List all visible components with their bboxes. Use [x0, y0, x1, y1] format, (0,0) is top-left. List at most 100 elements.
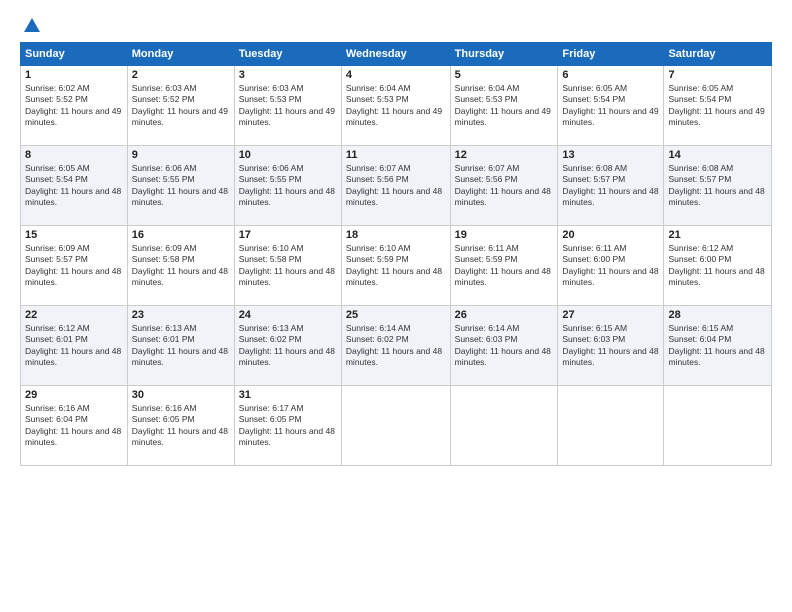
day-cell-29: 29Sunrise: 6:16 AMSunset: 6:04 PMDayligh… [21, 386, 128, 466]
day-info: Sunrise: 6:04 AMSunset: 5:53 PMDaylight:… [455, 83, 551, 127]
day-cell-8: 8 Sunrise: 6:05 AMSunset: 5:54 PMDaylight… [21, 146, 128, 226]
day-cell-10: 10 Sunrise: 6:06 AMSunset: 5:55 PMDayligh… [234, 146, 341, 226]
day-number: 4 [346, 69, 446, 81]
day-info: Sunrise: 6:16 AMSunset: 6:05 PMDaylight:… [132, 403, 228, 447]
day-cell-16: 16 Sunrise: 6:09 AMSunset: 5:58 PMDayligh… [127, 226, 234, 306]
day-number: 10 [239, 149, 337, 161]
day-cell-21: 21 Sunrise: 6:12 AMSunset: 6:00 PMDayligh… [664, 226, 772, 306]
day-cell-22: 22 Sunrise: 6:12 AMSunset: 6:01 PMDayligh… [21, 306, 128, 386]
day-info: Sunrise: 6:09 AMSunset: 5:57 PMDaylight:… [25, 243, 121, 287]
day-number: 27 [562, 309, 659, 321]
day-cell-17: 17 Sunrise: 6:10 AMSunset: 5:58 PMDayligh… [234, 226, 341, 306]
col-wednesday: Wednesday [341, 43, 450, 66]
empty-cell [664, 386, 772, 466]
day-cell-18: 18Sunrise: 6:10 AMSunset: 5:59 PMDayligh… [341, 226, 450, 306]
day-info: Sunrise: 6:15 AMSunset: 6:03 PMDaylight:… [562, 323, 658, 367]
day-number: 22 [25, 309, 123, 321]
day-info: Sunrise: 6:10 AMSunset: 5:58 PMDaylight:… [239, 243, 335, 287]
day-number: 23 [132, 309, 230, 321]
col-friday: Friday [558, 43, 664, 66]
day-info: Sunrise: 6:10 AMSunset: 5:59 PMDaylight:… [346, 243, 442, 287]
empty-cell [450, 386, 558, 466]
day-cell-25: 25 Sunrise: 6:14 AMSunset: 6:02 PMDayligh… [341, 306, 450, 386]
col-saturday: Saturday [664, 43, 772, 66]
col-monday: Monday [127, 43, 234, 66]
day-cell-24: 24Sunrise: 6:13 AMSunset: 6:02 PMDayligh… [234, 306, 341, 386]
calendar-header-row: Sunday Monday Tuesday Wednesday Thursday… [21, 43, 772, 66]
page: Sunday Monday Tuesday Wednesday Thursday… [0, 0, 792, 612]
day-info: Sunrise: 6:05 AMSunset: 5:54 PMDaylight:… [668, 83, 764, 127]
day-cell-31: 31 Sunrise: 6:17 AMSunset: 6:05 PMDayligh… [234, 386, 341, 466]
day-number: 14 [668, 149, 767, 161]
day-cell-27: 27 Sunrise: 6:15 AMSunset: 6:03 PMDayligh… [558, 306, 664, 386]
day-cell-19: 19 Sunrise: 6:11 AMSunset: 5:59 PMDayligh… [450, 226, 558, 306]
col-sunday: Sunday [21, 43, 128, 66]
day-number: 6 [562, 69, 659, 81]
day-cell-13: 13 Sunrise: 6:08 AMSunset: 5:57 PMDayligh… [558, 146, 664, 226]
day-number: 13 [562, 149, 659, 161]
day-number: 7 [668, 69, 767, 81]
logo-icon [22, 16, 42, 36]
day-cell-26: 26Sunrise: 6:14 AMSunset: 6:03 PMDayligh… [450, 306, 558, 386]
day-info: Sunrise: 6:13 AMSunset: 6:01 PMDaylight:… [132, 323, 228, 367]
day-info: Sunrise: 6:14 AMSunset: 6:02 PMDaylight:… [346, 323, 442, 367]
day-info: Sunrise: 6:03 AMSunset: 5:52 PMDaylight:… [132, 83, 228, 127]
header [20, 16, 772, 32]
day-info: Sunrise: 6:14 AMSunset: 6:03 PMDaylight:… [455, 323, 551, 367]
day-cell-28: 28 Sunrise: 6:15 AMSunset: 6:04 PMDayligh… [664, 306, 772, 386]
day-number: 8 [25, 149, 123, 161]
day-number: 19 [455, 229, 554, 241]
day-info: Sunrise: 6:13 AMSunset: 6:02 PMDaylight:… [239, 323, 335, 367]
day-cell-20: 20 Sunrise: 6:11 AMSunset: 6:00 PMDayligh… [558, 226, 664, 306]
day-cell-5: 5Sunrise: 6:04 AMSunset: 5:53 PMDaylight… [450, 66, 558, 146]
calendar-week-row-3: 15 Sunrise: 6:09 AMSunset: 5:57 PMDayligh… [21, 226, 772, 306]
day-info: Sunrise: 6:17 AMSunset: 6:05 PMDaylight:… [239, 403, 335, 447]
day-cell-14: 14 Sunrise: 6:08 AMSunset: 5:57 PMDayligh… [664, 146, 772, 226]
day-info: Sunrise: 6:07 AMSunset: 5:56 PMDaylight:… [346, 163, 442, 207]
day-cell-15: 15 Sunrise: 6:09 AMSunset: 5:57 PMDayligh… [21, 226, 128, 306]
day-info: Sunrise: 6:09 AMSunset: 5:58 PMDaylight:… [132, 243, 228, 287]
day-info: Sunrise: 6:08 AMSunset: 5:57 PMDaylight:… [668, 163, 764, 207]
day-cell-2: 2 Sunrise: 6:03 AMSunset: 5:52 PMDaylight… [127, 66, 234, 146]
logo [20, 16, 42, 32]
day-number: 25 [346, 309, 446, 321]
calendar-week-row-5: 29Sunrise: 6:16 AMSunset: 6:04 PMDayligh… [21, 386, 772, 466]
empty-cell [341, 386, 450, 466]
day-number: 11 [346, 149, 446, 161]
day-cell-3: 3Sunrise: 6:03 AMSunset: 5:53 PMDaylight… [234, 66, 341, 146]
day-cell-11: 11 Sunrise: 6:07 AMSunset: 5:56 PMDayligh… [341, 146, 450, 226]
day-number: 17 [239, 229, 337, 241]
day-number: 31 [239, 389, 337, 401]
day-number: 21 [668, 229, 767, 241]
calendar-table: Sunday Monday Tuesday Wednesday Thursday… [20, 42, 772, 466]
day-info: Sunrise: 6:12 AMSunset: 6:00 PMDaylight:… [668, 243, 764, 287]
day-info: Sunrise: 6:03 AMSunset: 5:53 PMDaylight:… [239, 83, 335, 127]
calendar-week-row-1: 1Sunrise: 6:02 AMSunset: 5:52 PMDaylight… [21, 66, 772, 146]
day-number: 2 [132, 69, 230, 81]
day-cell-12: 12Sunrise: 6:07 AMSunset: 5:56 PMDayligh… [450, 146, 558, 226]
day-info: Sunrise: 6:06 AMSunset: 5:55 PMDaylight:… [239, 163, 335, 207]
day-cell-6: 6Sunrise: 6:05 AMSunset: 5:54 PMDaylight… [558, 66, 664, 146]
day-info: Sunrise: 6:15 AMSunset: 6:04 PMDaylight:… [668, 323, 764, 367]
day-number: 28 [668, 309, 767, 321]
col-thursday: Thursday [450, 43, 558, 66]
day-info: Sunrise: 6:07 AMSunset: 5:56 PMDaylight:… [455, 163, 551, 207]
day-cell-23: 23 Sunrise: 6:13 AMSunset: 6:01 PMDayligh… [127, 306, 234, 386]
day-info: Sunrise: 6:11 AMSunset: 5:59 PMDaylight:… [455, 243, 551, 287]
empty-cell [558, 386, 664, 466]
day-info: Sunrise: 6:05 AMSunset: 5:54 PMDaylight:… [25, 163, 121, 207]
day-info: Sunrise: 6:16 AMSunset: 6:04 PMDaylight:… [25, 403, 121, 447]
day-number: 15 [25, 229, 123, 241]
col-tuesday: Tuesday [234, 43, 341, 66]
day-number: 16 [132, 229, 230, 241]
day-cell-30: 30Sunrise: 6:16 AMSunset: 6:05 PMDayligh… [127, 386, 234, 466]
day-info: Sunrise: 6:04 AMSunset: 5:53 PMDaylight:… [346, 83, 442, 127]
day-info: Sunrise: 6:06 AMSunset: 5:55 PMDaylight:… [132, 163, 228, 207]
day-number: 20 [562, 229, 659, 241]
day-info: Sunrise: 6:12 AMSunset: 6:01 PMDaylight:… [25, 323, 121, 367]
day-number: 9 [132, 149, 230, 161]
day-info: Sunrise: 6:02 AMSunset: 5:52 PMDaylight:… [25, 83, 121, 127]
day-cell-1: 1Sunrise: 6:02 AMSunset: 5:52 PMDaylight… [21, 66, 128, 146]
day-info: Sunrise: 6:11 AMSunset: 6:00 PMDaylight:… [562, 243, 658, 287]
day-info: Sunrise: 6:08 AMSunset: 5:57 PMDaylight:… [562, 163, 658, 207]
